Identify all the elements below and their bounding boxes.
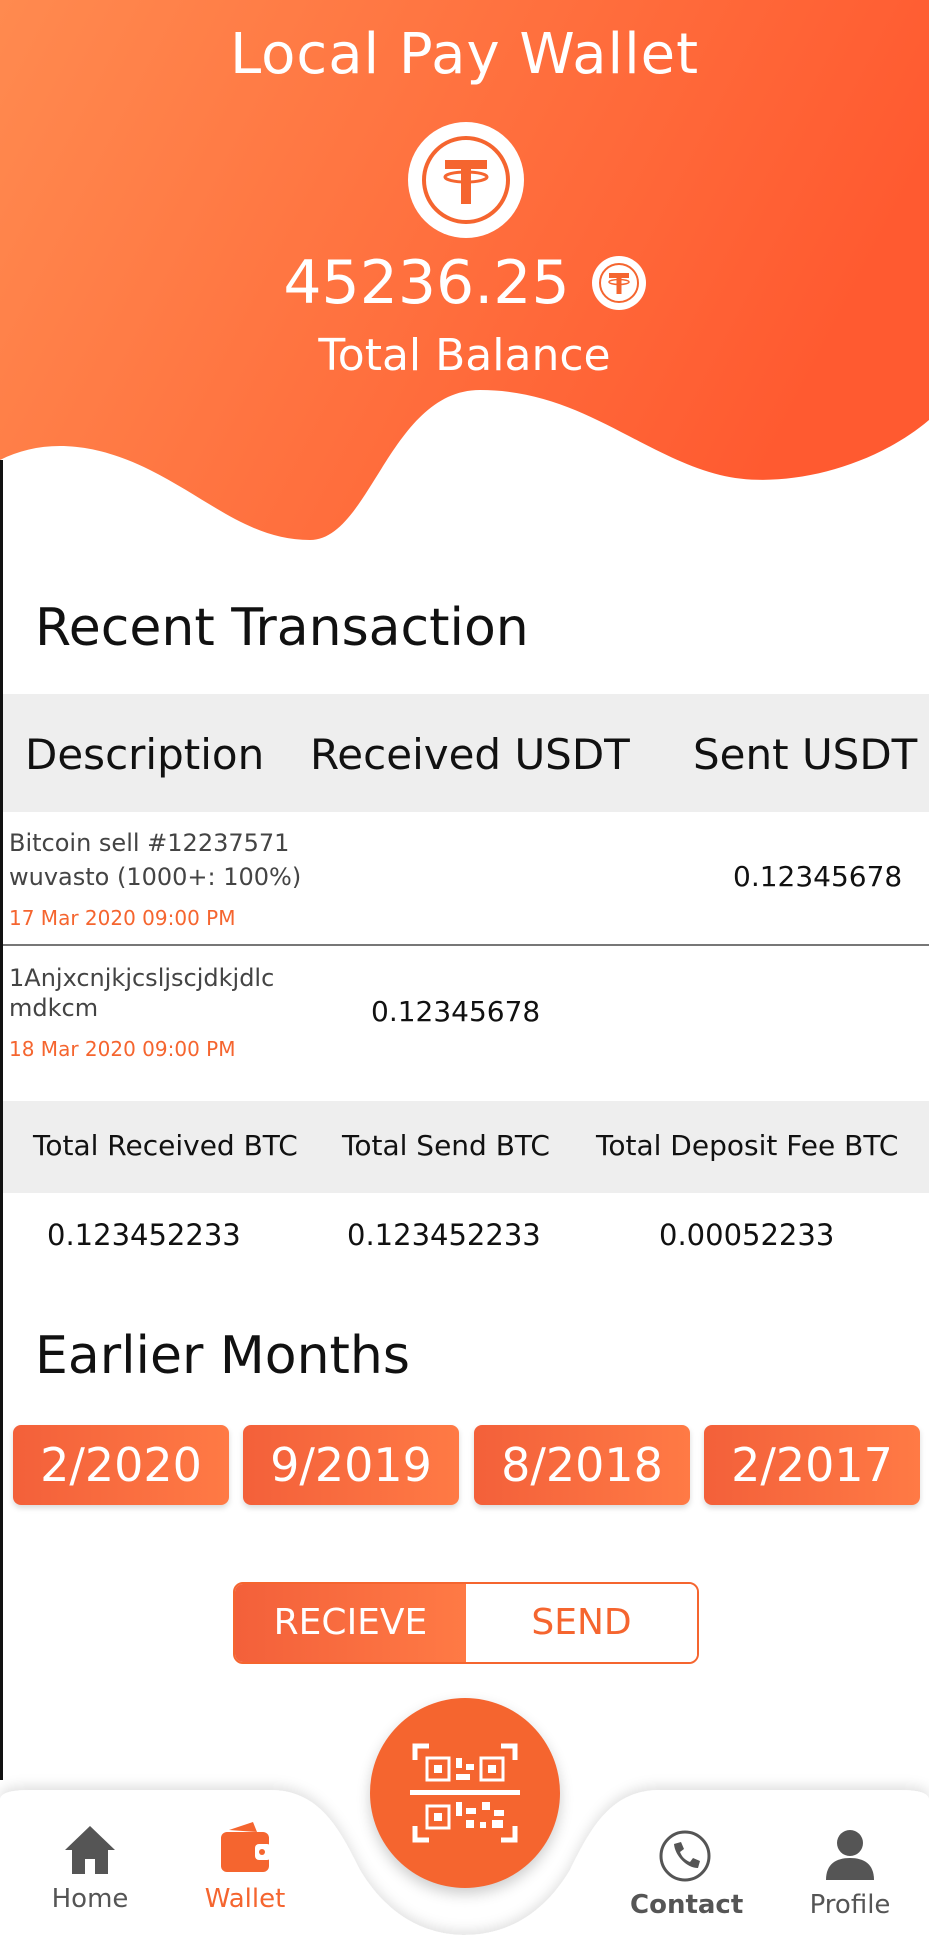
total-received-btc-label: Total Received BTC [33,1129,298,1162]
totals-header: Total Received BTC Total Send BTC Total … [3,1101,929,1193]
total-send-btc-label: Total Send BTC [342,1129,550,1162]
month-button[interactable]: 2/2017 [704,1425,920,1505]
month-button[interactable]: 2/2020 [13,1425,229,1505]
nav-wallet[interactable]: Wallet [200,1822,290,1914]
column-received-usdt: Received USDT [310,730,630,779]
tether-icon [591,256,646,310]
nav-home[interactable]: Home [50,1822,130,1914]
transaction-description: 1Anjxcnjkjcsljscjdkjdlc [9,964,275,992]
balance-header: Local Pay Wallet 45236.25 Total Balance [0,0,929,560]
wallet-icon [221,1822,271,1872]
receive-tab[interactable]: RECIEVE [235,1584,466,1662]
recent-transaction-title: Recent Transaction [35,598,529,658]
total-send-btc-value: 0.123452233 [347,1218,541,1252]
tether-logo-icon [408,122,524,238]
nav-profile-label: Profile [809,1890,891,1920]
transaction-description-2: mdkcm [9,994,99,1022]
transaction-table-header: Description Received USDT Sent USDT [3,694,929,812]
month-button[interactable]: 8/2018 [474,1425,690,1505]
transaction-description: Bitcoin sell #12237571 [9,829,290,857]
transaction-sent: 0.12345678 [733,860,903,893]
send-tab[interactable]: SEND [466,1584,697,1662]
month-button[interactable]: 9/2019 [243,1425,459,1505]
qr-code-icon [410,1743,520,1843]
transaction-date: 18 Mar 2020 09:00 PM [9,1037,236,1061]
qr-scan-button[interactable] [370,1698,560,1888]
nav-wallet-label: Wallet [204,1884,286,1914]
total-deposit-fee-btc-label: Total Deposit Fee BTC [596,1129,899,1162]
app-title: Local Pay Wallet [229,22,700,87]
receive-send-toggle: RECIEVE SEND [233,1582,699,1664]
column-sent-usdt: Sent USDT [693,730,918,779]
phone-icon [659,1830,711,1882]
nav-home-label: Home [51,1884,129,1914]
total-received-btc-value: 0.123452233 [47,1218,241,1252]
transaction-description-2: wuvasto (1000+: 100%) [9,863,302,891]
profile-icon [826,1830,874,1880]
balance-label: Total Balance [318,330,611,381]
column-description: Description [25,730,265,779]
home-icon [65,1826,115,1874]
total-deposit-fee-btc-value: 0.00052233 [659,1218,835,1252]
transaction-row[interactable]: Bitcoin sell #12237571 wuvasto (1000+: 1… [3,822,929,942]
row-divider [3,944,929,946]
nav-contact[interactable]: Contact [630,1828,744,1920]
balance-amount: 45236.25 [283,248,570,318]
transaction-row[interactable]: 1Anjxcnjkjcsljscjdkjdlc mdkcm 18 Mar 202… [3,955,929,1075]
transaction-date: 17 Mar 2020 09:00 PM [9,906,236,930]
nav-profile[interactable]: Profile [800,1828,900,1920]
transaction-received: 0.12345678 [371,995,541,1028]
nav-contact-label: Contact [630,1890,744,1920]
earlier-months-title: Earlier Months [35,1326,410,1386]
wallet-screen: Local Pay Wallet 45236.25 Total Balance … [0,0,929,1948]
